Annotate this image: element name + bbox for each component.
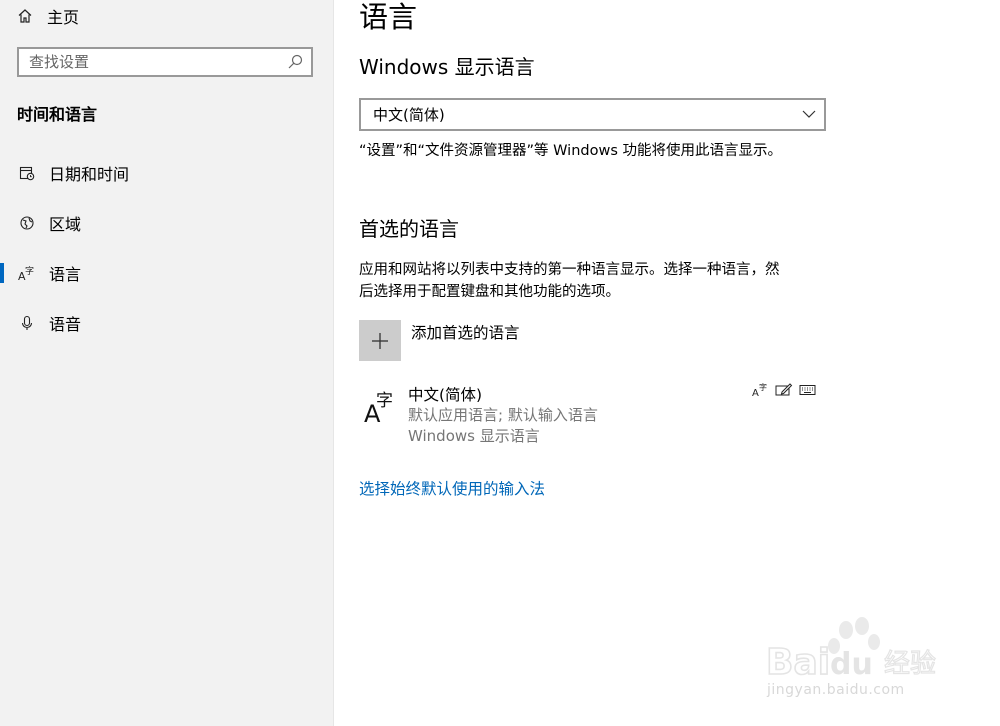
svg-text:Bai: Bai — [766, 642, 830, 683]
microphone-icon — [18, 314, 36, 332]
sidebar-item-label: 语音 — [49, 315, 82, 334]
sidebar-item-label: 日期和时间 — [49, 165, 130, 184]
search-input[interactable] — [19, 53, 285, 71]
section-title: 时间和语言 — [17, 105, 98, 124]
sidebar-item-region[interactable]: 区域 — [0, 203, 333, 243]
language-list-item[interactable]: A 字 中文(简体) 默认应用语言; 默认输入语言 Windows 显示语言 A… — [359, 382, 829, 446]
language-detail-2: Windows 显示语言 — [408, 427, 540, 445]
calendar-clock-icon — [18, 164, 36, 182]
page-title: 语言 — [359, 0, 418, 34]
home-nav-item[interactable]: 主页 — [17, 4, 79, 28]
language-icon: A 字 — [18, 264, 36, 282]
settings-search-box[interactable] — [17, 47, 313, 77]
svg-text:字: 字 — [25, 265, 34, 277]
svg-text:du: du — [830, 647, 873, 682]
sidebar-item-label: 区域 — [49, 215, 82, 234]
sidebar: 主页 时间和语言 日期和时间 区域 — [0, 0, 334, 726]
svg-text:经验: 经验 — [884, 649, 936, 679]
sidebar-item-speech[interactable]: 语音 — [0, 303, 333, 343]
handwriting-icon — [775, 383, 793, 396]
globe-icon — [18, 214, 36, 232]
sidebar-item-label: 语言 — [49, 265, 82, 284]
display-language-heading: Windows 显示语言 — [359, 55, 535, 79]
add-preferred-language-button[interactable]: 添加首选的语言 — [359, 320, 520, 361]
sidebar-item-language[interactable]: A 字 语言 — [0, 253, 333, 293]
svg-text:A: A — [752, 388, 759, 398]
svg-text:字: 字 — [376, 391, 393, 411]
selected-indicator — [0, 263, 4, 283]
preferred-description-line2: 后选择用于配置键盘和其他功能的选项。 — [359, 284, 620, 300]
preferred-description-line1: 应用和网站将以列表中支持的第一种语言显示。选择一种语言，然 — [359, 262, 780, 278]
watermark-url: jingyan.baidu.com — [767, 682, 905, 698]
dropdown-selected-value: 中文(简体) — [373, 106, 445, 124]
default-input-method-link[interactable]: 选择始终默认使用的输入法 — [359, 477, 545, 499]
keyboard-icon — [799, 385, 816, 395]
search-icon[interactable] — [285, 52, 305, 72]
plus-icon[interactable] — [359, 320, 401, 361]
display-language-icon: A 字 — [752, 382, 767, 398]
home-icon — [18, 9, 32, 23]
language-detail-1: 默认应用语言; 默认输入语言 — [408, 406, 598, 424]
language-glyph-icon: A 字 — [364, 391, 393, 426]
preferred-languages-heading: 首选的语言 — [359, 217, 459, 241]
display-language-description: “设置”和“文件资源管理器”等 Windows 功能将使用此语言显示。 — [359, 143, 782, 159]
sidebar-item-date-time[interactable]: 日期和时间 — [0, 153, 333, 193]
chevron-down-icon — [802, 110, 816, 118]
home-label: 主页 — [47, 8, 80, 27]
language-name: 中文(简体) — [408, 386, 483, 404]
svg-text:字: 字 — [759, 382, 767, 392]
display-language-dropdown[interactable]: 中文(简体) — [359, 98, 826, 131]
add-language-label: 添加首选的语言 — [411, 324, 520, 342]
